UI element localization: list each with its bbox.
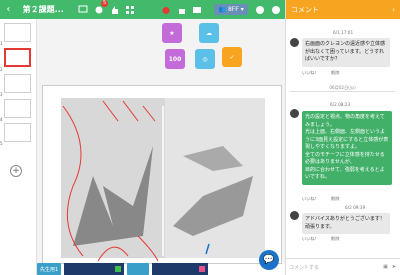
page-thumbnail-1[interactable]	[4, 23, 31, 42]
stamp-100-label: 100	[168, 55, 182, 63]
page-number-5: 5	[0, 141, 3, 146]
page-number-2: 2	[0, 67, 3, 72]
close-panel-icon[interactable]: ›	[392, 6, 395, 14]
back-arrow-icon[interactable]: ‹	[2, 4, 15, 15]
page-thumbnail-3[interactable]	[4, 74, 31, 93]
page-title: 第２課題...	[22, 5, 64, 14]
comment-input[interactable]: コメントする ▣ ➤	[285, 258, 400, 275]
avatar	[290, 109, 299, 118]
grid-icon[interactable]	[124, 3, 137, 17]
stamp-good-icon[interactable]: ★	[162, 23, 182, 43]
delete-button-2[interactable]: 削除	[331, 196, 339, 202]
comment-message-3: アドバイスありがとうございます！頑張ります。	[302, 213, 390, 234]
message-date-3: 6/2 09:39	[345, 205, 366, 210]
page-thumbnail-rail: 1 2 3 4 5 +	[0, 19, 37, 275]
chevron-down-icon: ▾	[240, 6, 244, 13]
chat-fab-button[interactable]: 💬	[259, 250, 279, 270]
like-button-1[interactable]: いいね！	[302, 70, 319, 76]
user-chip-3[interactable]	[127, 263, 150, 275]
user-chip-2[interactable]	[64, 263, 125, 275]
page-thumbnail-5[interactable]	[4, 123, 31, 142]
page-number-4: 4	[0, 117, 3, 122]
delete-button-1[interactable]: 削除	[331, 70, 339, 76]
drawing-canvas[interactable]: ★ ☁ 100 ◎ ✓	[37, 19, 285, 264]
user-selector[interactable]: 👥 8FF ▾	[214, 4, 248, 15]
like-button-2[interactable]: いいね！	[302, 196, 319, 202]
teacher-chip[interactable]: 先生用1	[37, 263, 62, 275]
image-attach-icon[interactable]: ▣	[383, 264, 388, 270]
send-icon[interactable]: ➤	[392, 264, 396, 270]
notification-badge: 5	[101, 0, 109, 7]
bottom-user-bar: 先生用1	[37, 263, 285, 275]
teacher-chip-label: 先生用1	[40, 266, 59, 273]
artwork-drawing	[61, 98, 265, 262]
comment-panel-header: コメント ›	[286, 0, 400, 19]
comment-message-2: 光の設定と視点、物の角度を考えてみましょう。 光は上面、右側面、左側面というよう…	[302, 111, 392, 185]
pink-badge-icon	[199, 266, 206, 272]
stamp-100-icon[interactable]: 100	[165, 49, 185, 69]
share-icon[interactable]	[191, 3, 204, 17]
user-chip-4[interactable]	[152, 263, 209, 275]
timer-icon[interactable]	[160, 3, 173, 17]
comment-message-1: 右画面のクレヨンの遠近感や立体感が出なくて困っています。どうすればいいですか？	[302, 38, 390, 67]
checkbox-icon	[115, 266, 122, 272]
page-thumbnail-4[interactable]	[4, 99, 31, 118]
comment-icon[interactable]	[77, 3, 90, 17]
delete-button-3[interactable]: 削除	[331, 236, 339, 242]
user-icon[interactable]	[254, 3, 267, 17]
page-number-1: 1	[0, 41, 3, 46]
comment-panel-title: コメント	[291, 5, 319, 14]
users-icon: 👥	[218, 6, 226, 13]
notification-icon[interactable]: 5	[93, 0, 109, 17]
lock-icon[interactable]	[175, 3, 188, 17]
page-number-3: 3	[0, 92, 3, 97]
avatar	[290, 38, 299, 47]
user-label: 8FF	[227, 6, 239, 13]
page-thumbnail-2[interactable]	[4, 48, 31, 67]
message-date-2: 6/2 08:23	[330, 102, 351, 107]
add-page-button[interactable]: +	[10, 165, 22, 177]
date-separator: 06月02日(火)	[290, 85, 395, 92]
artwork-sheet[interactable]	[42, 85, 282, 264]
like-icon[interactable]	[108, 3, 121, 17]
like-button-3[interactable]: いいね！	[302, 236, 319, 242]
avatar	[290, 211, 299, 220]
stamp-effort-icon[interactable]: ✓	[222, 47, 242, 67]
stamp-idea-icon[interactable]: ☁	[199, 23, 219, 43]
comment-input-placeholder: コメントする	[289, 264, 320, 271]
top-toolbar: ‹ 第２課題... 5 👥 8FF ▾	[0, 0, 285, 19]
help-icon[interactable]	[269, 3, 282, 17]
stamp-think-icon[interactable]: ◎	[195, 49, 215, 69]
message-date-1: 6/1 17:01	[333, 30, 354, 35]
